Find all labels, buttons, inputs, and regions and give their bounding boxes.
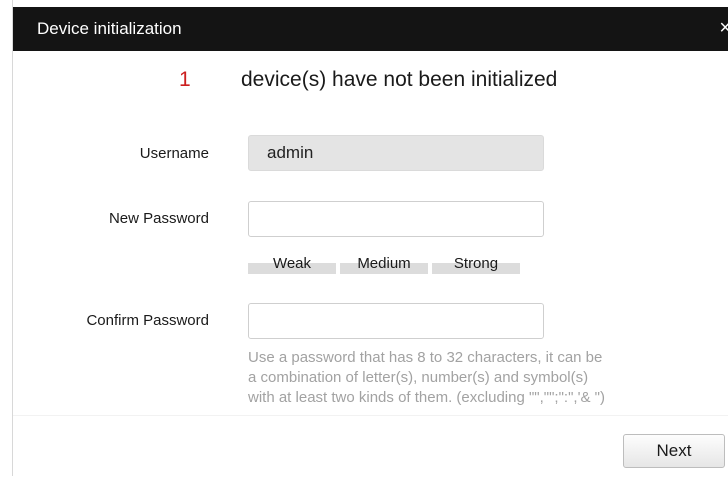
uninitialized-count: 1	[179, 68, 191, 91]
device-init-dialog: Device initialization × 1 device(s) have…	[12, 0, 728, 476]
status-message: device(s) have not been initialized	[241, 68, 558, 91]
strength-strong: Strong	[432, 254, 520, 274]
new-password-field[interactable]	[248, 201, 544, 237]
strength-medium: Medium	[340, 254, 428, 274]
new-password-label: New Password	[108, 210, 209, 227]
hint-line: with at least two kinds of them. (exclud…	[248, 389, 605, 406]
username-label: Username	[139, 145, 209, 162]
hint-line: a combination of letter(s), number(s) an…	[248, 369, 589, 386]
password-hint: Use a password that has 8 to 32 characte…	[248, 348, 708, 408]
close-icon[interactable]: ×	[719, 7, 728, 49]
strength-weak: Weak	[248, 254, 336, 274]
hint-line: Use a password that has 8 to 32 characte…	[248, 349, 603, 366]
next-button[interactable]: Next	[623, 434, 725, 468]
dialog-footer: Next	[13, 415, 728, 476]
password-strength-meter: Weak Medium Strong	[248, 254, 520, 274]
username-field: admin	[248, 135, 544, 171]
confirm-password-label: Confirm Password	[86, 312, 209, 329]
confirm-password-field[interactable]	[248, 303, 544, 339]
dialog-title: Device initialization	[37, 19, 182, 38]
dialog-titlebar: Device initialization ×	[13, 7, 728, 51]
